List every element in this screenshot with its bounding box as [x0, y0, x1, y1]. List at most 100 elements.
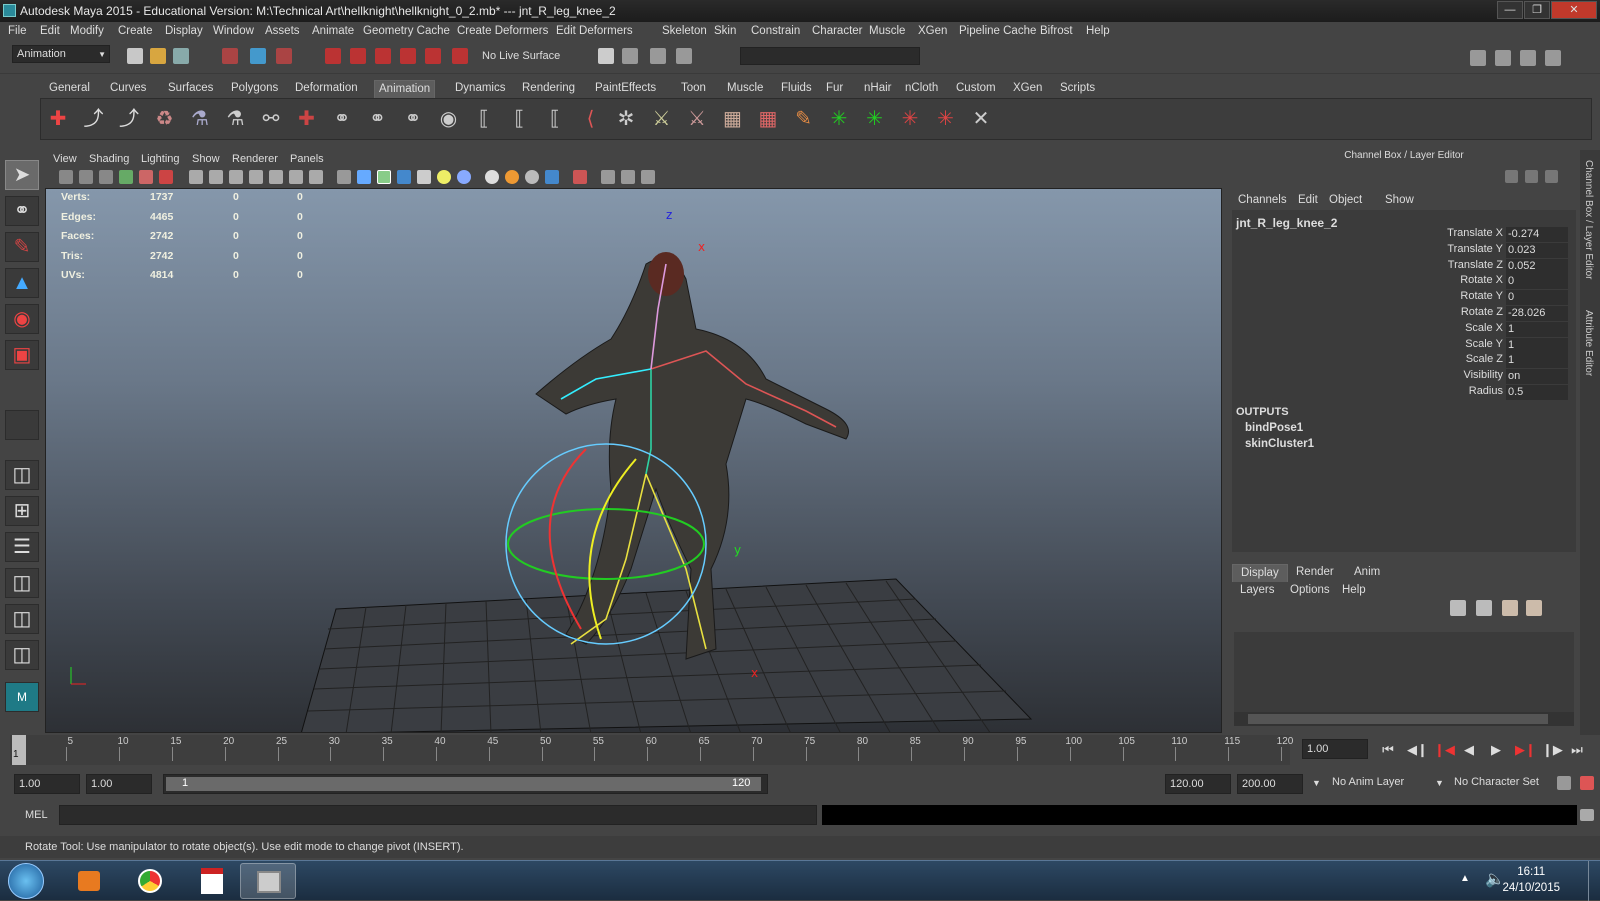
chevron-down-icon[interactable]: ▼ — [1312, 778, 1321, 788]
range-slider-handle[interactable] — [166, 777, 761, 791]
menu-character[interactable]: Character — [812, 25, 863, 37]
motion-blur-icon[interactable] — [505, 170, 519, 184]
lock-icon[interactable] — [1525, 170, 1538, 183]
menuset-dropdown[interactable]: Animation ▼ — [12, 45, 110, 63]
select-hierarchy-icon[interactable] — [222, 48, 238, 64]
shelf-tab-scripts[interactable]: Scripts — [1056, 80, 1099, 98]
panel-menu-view[interactable]: View — [53, 153, 77, 165]
channel-value[interactable]: 1 — [1506, 337, 1568, 353]
menu-modify[interactable]: Modify — [70, 25, 104, 37]
rotate-tool-icon[interactable]: ◉ — [5, 304, 39, 334]
shelf-tab-toon[interactable]: Toon — [677, 80, 710, 98]
menu-create[interactable]: Create — [118, 25, 153, 37]
menu-geometry-cache[interactable]: Geometry Cache — [363, 25, 450, 37]
channel-value[interactable]: 0.052 — [1506, 258, 1568, 274]
panel-menu-show[interactable]: Show — [192, 153, 220, 165]
play-backwards-icon[interactable]: ◀ — [1461, 742, 1477, 758]
step-forward-key-icon[interactable]: ▶❙ — [1515, 742, 1536, 758]
isolate-select-icon[interactable] — [573, 170, 587, 184]
render-frame-icon[interactable] — [622, 48, 638, 64]
2d-pan-zoom-icon[interactable] — [159, 170, 173, 184]
layer-menu-layers[interactable]: Layers — [1240, 584, 1275, 596]
image-plane-icon[interactable] — [119, 170, 133, 184]
move-down-layer-icon[interactable] — [1526, 600, 1542, 616]
cluster-icon[interactable]: ✲ — [613, 105, 639, 133]
use-all-lights-icon[interactable] — [437, 170, 451, 184]
snap-grid-icon[interactable] — [325, 48, 341, 64]
time-slider[interactable]: 1 5 10 15 20 25 30 35 40 45 50 55 60 65 70 75 80 85 90 95 1… — [10, 735, 1293, 765]
playback-start-field[interactable]: 1.00 — [86, 774, 152, 794]
layer-menu-options[interactable]: Options — [1290, 584, 1330, 596]
menu-bifrost[interactable]: Bifrost — [1040, 25, 1073, 37]
auto-key-icon[interactable] — [1557, 776, 1571, 790]
wireframe-on-shaded-icon[interactable] — [377, 170, 391, 184]
hypershade-layout-icon[interactable]: ◫ — [5, 640, 39, 670]
shelf-tab-custom[interactable]: Custom — [952, 80, 1000, 98]
channel-value[interactable]: 0 — [1506, 290, 1568, 306]
open-scene-icon[interactable] — [150, 48, 166, 64]
channel-box-menu-object[interactable]: Object — [1329, 194, 1362, 206]
mel-label[interactable]: MEL — [25, 809, 48, 821]
panel-menu-lighting[interactable]: Lighting — [141, 153, 180, 165]
scale-tool-icon[interactable]: ▣ — [5, 340, 39, 370]
menu-animate[interactable]: Animate — [312, 25, 354, 37]
select-object-icon[interactable] — [250, 48, 266, 64]
orient-joint-icon[interactable]: ✚ — [294, 105, 320, 133]
channel-row[interactable]: Visibility on — [1232, 369, 1576, 385]
rigid-bind-icon[interactable]: ⟦ — [471, 105, 497, 133]
channel-box-icon[interactable] — [1545, 50, 1561, 66]
paint-weights-icon[interactable]: ⟦ — [542, 105, 568, 133]
wireframe-icon[interactable] — [337, 170, 351, 184]
playback-end-field[interactable]: 120.00 — [1165, 774, 1231, 794]
move-tool-icon[interactable]: ▲ — [5, 268, 39, 298]
select-component-icon[interactable] — [276, 48, 292, 64]
create-joint-icon[interactable]: ✚ — [45, 105, 71, 133]
shadows-icon[interactable] — [457, 170, 471, 184]
layer-tab-anim[interactable]: Anim — [1346, 564, 1388, 582]
gate-mask-icon[interactable] — [249, 170, 263, 184]
channel-value[interactable]: 0.5 — [1506, 385, 1568, 400]
channel-row[interactable]: Translate Y 0.023 — [1232, 242, 1576, 258]
last-tool-icon[interactable] — [5, 410, 39, 440]
chevron-down-icon[interactable]: ▼ — [1435, 778, 1444, 788]
channel-row[interactable]: Rotate X0 — [1232, 274, 1576, 290]
textured-icon[interactable] — [417, 170, 431, 184]
menu-skeleton[interactable]: Skeleton — [662, 25, 707, 37]
joint-chain-icon[interactable]: ⚯ — [258, 105, 284, 133]
make-live-icon[interactable] — [425, 48, 441, 64]
shelf-tab-polygons[interactable]: Polygons — [227, 80, 282, 98]
paint-blend-icon[interactable]: ✎ — [791, 105, 817, 133]
graph-editor-layout-icon[interactable]: ◫ — [5, 568, 39, 598]
menu-assets[interactable]: Assets — [265, 25, 300, 37]
smooth-bind-icon[interactable]: ◉ — [436, 105, 462, 133]
channel-value[interactable]: on — [1506, 369, 1568, 385]
layer-tab-render[interactable]: Render — [1288, 564, 1342, 582]
soft-mod-icon[interactable]: ▦ — [755, 105, 781, 133]
move-up-layer-icon[interactable] — [1502, 600, 1518, 616]
xray-components-icon[interactable] — [621, 170, 635, 184]
menu-edit-deformers[interactable]: Edit Deformers — [556, 25, 633, 37]
camera-attributes-icon[interactable] — [79, 170, 93, 184]
layer-tab-display[interactable]: Display — [1232, 564, 1288, 582]
chrome-icon[interactable] — [122, 863, 178, 899]
attribute-editor-icon[interactable] — [1495, 50, 1511, 66]
channel-value[interactable]: -0.274 — [1506, 227, 1568, 242]
clock[interactable]: 16:11 24/10/2015 — [1502, 864, 1560, 896]
ik-handle-icon[interactable]: ⤴ — [81, 105, 107, 133]
detach-skin-icon[interactable]: ⟦ — [507, 105, 533, 133]
mirror-joint-icon[interactable]: ⚭ — [365, 105, 391, 133]
input-line-field[interactable] — [740, 47, 920, 65]
scrollbar-thumb[interactable] — [1248, 714, 1548, 724]
layer-horizontal-scrollbar[interactable] — [1234, 712, 1574, 726]
restore-button[interactable]: ❐ — [1524, 1, 1550, 19]
insert-joint-icon[interactable]: ⚭ — [400, 105, 426, 133]
new-layer-selected-icon[interactable] — [1476, 600, 1492, 616]
tool-settings-icon[interactable] — [1520, 50, 1536, 66]
aim-constraint-icon[interactable]: ✳ — [933, 105, 959, 133]
pdf-reader-icon[interactable] — [184, 863, 240, 899]
anti-aliasing-icon[interactable] — [525, 170, 539, 184]
shelf-tab-fluids[interactable]: Fluids — [777, 80, 816, 98]
channel-row[interactable]: Rotate Z -28.026 — [1232, 306, 1576, 321]
new-scene-icon[interactable] — [127, 48, 143, 64]
channel-row[interactable]: Rotate Y0 — [1232, 290, 1576, 306]
